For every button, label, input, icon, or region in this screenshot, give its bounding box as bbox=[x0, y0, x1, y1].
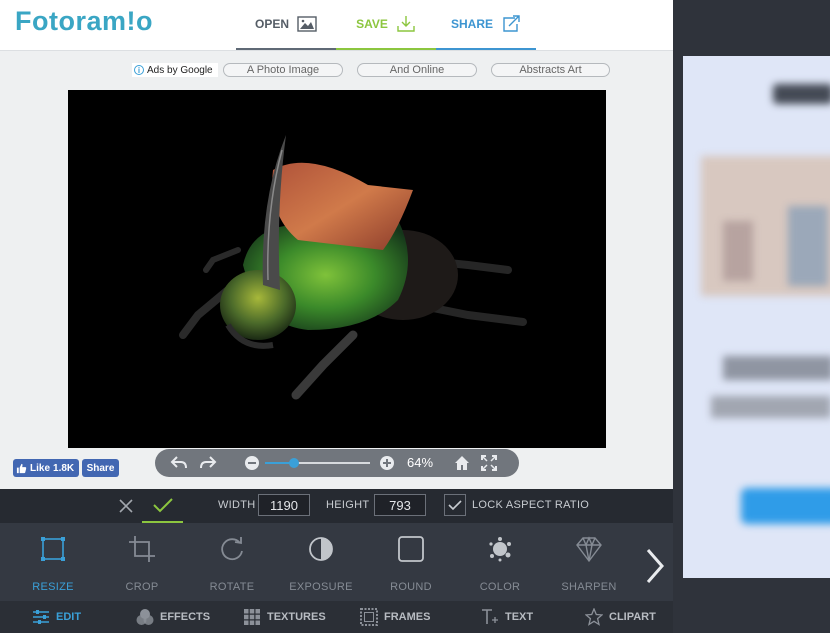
share-icon bbox=[503, 15, 520, 32]
open-label: OPEN bbox=[254, 17, 289, 31]
tab-effects[interactable]: EFFECTS bbox=[136, 601, 210, 633]
tool-round-label: ROUND bbox=[390, 581, 432, 593]
category-tabs: EDIT EFFECTS TEXTURES FRAMES TEXT CLIPAR… bbox=[0, 601, 673, 633]
tab-frames-label: FRAMES bbox=[384, 611, 431, 623]
zoom-out-icon[interactable] bbox=[243, 454, 261, 472]
download-icon bbox=[397, 16, 415, 32]
effects-icon bbox=[136, 609, 154, 625]
lock-aspect-checkbox[interactable] bbox=[444, 494, 466, 516]
resize-icon bbox=[41, 537, 65, 561]
ad-link-abstracts-art[interactable]: Abstracts Art bbox=[491, 63, 610, 77]
tab-text-label: TEXT bbox=[505, 611, 534, 623]
like-label: Like bbox=[30, 462, 51, 474]
tool-exposure[interactable]: EXPOSURE bbox=[276, 523, 366, 601]
advertisement-panel[interactable] bbox=[683, 56, 830, 578]
resize-options-bar: WIDTH HEIGHT LOCK ASPECT RATIO bbox=[0, 489, 673, 523]
save-label: SAVE bbox=[356, 17, 388, 31]
height-input[interactable] bbox=[374, 494, 426, 516]
close-icon bbox=[119, 498, 133, 513]
home-icon[interactable] bbox=[453, 454, 471, 472]
tool-sharpen[interactable]: SHARPEN bbox=[544, 523, 634, 601]
chevron-right-icon[interactable] bbox=[640, 546, 670, 586]
ad-link-and-online[interactable]: And Online bbox=[357, 63, 477, 77]
photo-canvas[interactable] bbox=[68, 90, 606, 448]
fullscreen-icon[interactable] bbox=[480, 454, 498, 472]
crop-icon bbox=[129, 536, 155, 562]
zoom-slider[interactable] bbox=[265, 458, 370, 468]
width-input[interactable] bbox=[258, 494, 310, 516]
zoom-bar: 64% bbox=[155, 449, 519, 477]
checkmark-icon bbox=[448, 500, 462, 511]
share-tab[interactable]: SHARE bbox=[436, 0, 536, 50]
info-icon: i bbox=[134, 65, 144, 75]
tool-resize[interactable]: RESIZE bbox=[8, 523, 98, 601]
ads-by-label: Ads by Google bbox=[147, 64, 213, 76]
save-tab[interactable]: SAVE bbox=[336, 0, 436, 50]
tool-sharpen-label: SHARPEN bbox=[561, 581, 617, 593]
open-tab[interactable]: OPEN bbox=[236, 0, 336, 50]
like-count: 1.8K bbox=[53, 462, 75, 474]
color-icon bbox=[489, 537, 511, 562]
exposure-icon bbox=[309, 537, 333, 561]
tool-exposure-label: EXPOSURE bbox=[289, 581, 353, 593]
tab-clipart-label: CLIPART bbox=[609, 611, 656, 623]
text-icon bbox=[482, 609, 498, 624]
tool-crop-label: CROP bbox=[125, 581, 159, 593]
star-icon bbox=[585, 608, 603, 626]
check-icon bbox=[152, 498, 173, 513]
height-label: HEIGHT bbox=[326, 499, 370, 511]
image-icon bbox=[297, 16, 317, 32]
tab-text[interactable]: TEXT bbox=[481, 601, 533, 633]
tool-crop[interactable]: CROP bbox=[97, 523, 187, 601]
cancel-button[interactable] bbox=[110, 489, 142, 522]
lock-aspect-label: LOCK ASPECT RATIO bbox=[472, 499, 590, 511]
header: Fotoram!o OPEN SAVE SHARE bbox=[0, 0, 673, 51]
tool-rotate-label: ROTATE bbox=[209, 581, 255, 593]
tab-textures-label: TEXTURES bbox=[267, 611, 326, 623]
frames-icon bbox=[360, 608, 378, 626]
zoom-in-icon[interactable] bbox=[378, 454, 396, 472]
tool-round[interactable]: ROUND bbox=[366, 523, 456, 601]
facebook-like-button[interactable]: Like 1.8K bbox=[13, 459, 79, 477]
tool-rotate[interactable]: ROTATE bbox=[187, 523, 277, 601]
thumbs-up-icon bbox=[16, 463, 27, 473]
tab-clipart[interactable]: CLIPART bbox=[585, 601, 656, 633]
undo-icon[interactable] bbox=[170, 454, 188, 472]
ads-by-google[interactable]: i Ads by Google bbox=[132, 63, 218, 77]
tab-effects-label: EFFECTS bbox=[160, 611, 211, 623]
beetle-photo bbox=[179, 135, 527, 400]
tool-color[interactable]: COLOR bbox=[455, 523, 545, 601]
logo[interactable]: Fotoram!o bbox=[15, 6, 153, 37]
editor-app: Fotoram!o OPEN SAVE SHARE i Ads by Googl… bbox=[0, 0, 673, 633]
tool-color-label: COLOR bbox=[479, 581, 521, 593]
tools-row: RESIZE CROP ROTATE EXPOSURE ROUND COLOR … bbox=[0, 523, 673, 601]
redo-icon[interactable] bbox=[199, 454, 217, 472]
textures-icon bbox=[244, 609, 260, 625]
share-label: SHARE bbox=[450, 17, 493, 31]
width-label: WIDTH bbox=[218, 499, 256, 511]
apply-button[interactable] bbox=[142, 489, 183, 523]
sliders-icon bbox=[33, 610, 49, 624]
zoom-slider-thumb[interactable] bbox=[289, 458, 300, 468]
tab-edit[interactable]: EDIT bbox=[32, 601, 81, 633]
zoom-value: 64% bbox=[407, 455, 434, 470]
tab-textures[interactable]: TEXTURES bbox=[243, 601, 326, 633]
tab-frames[interactable]: FRAMES bbox=[360, 601, 430, 633]
ad-link-photo-image[interactable]: A Photo Image bbox=[223, 63, 343, 77]
rotate-icon bbox=[221, 537, 243, 561]
round-icon bbox=[398, 536, 424, 562]
sharpen-icon bbox=[576, 536, 602, 563]
tool-resize-label: RESIZE bbox=[32, 581, 74, 593]
tab-edit-label: EDIT bbox=[56, 611, 82, 623]
facebook-share-button[interactable]: Share bbox=[82, 459, 119, 477]
